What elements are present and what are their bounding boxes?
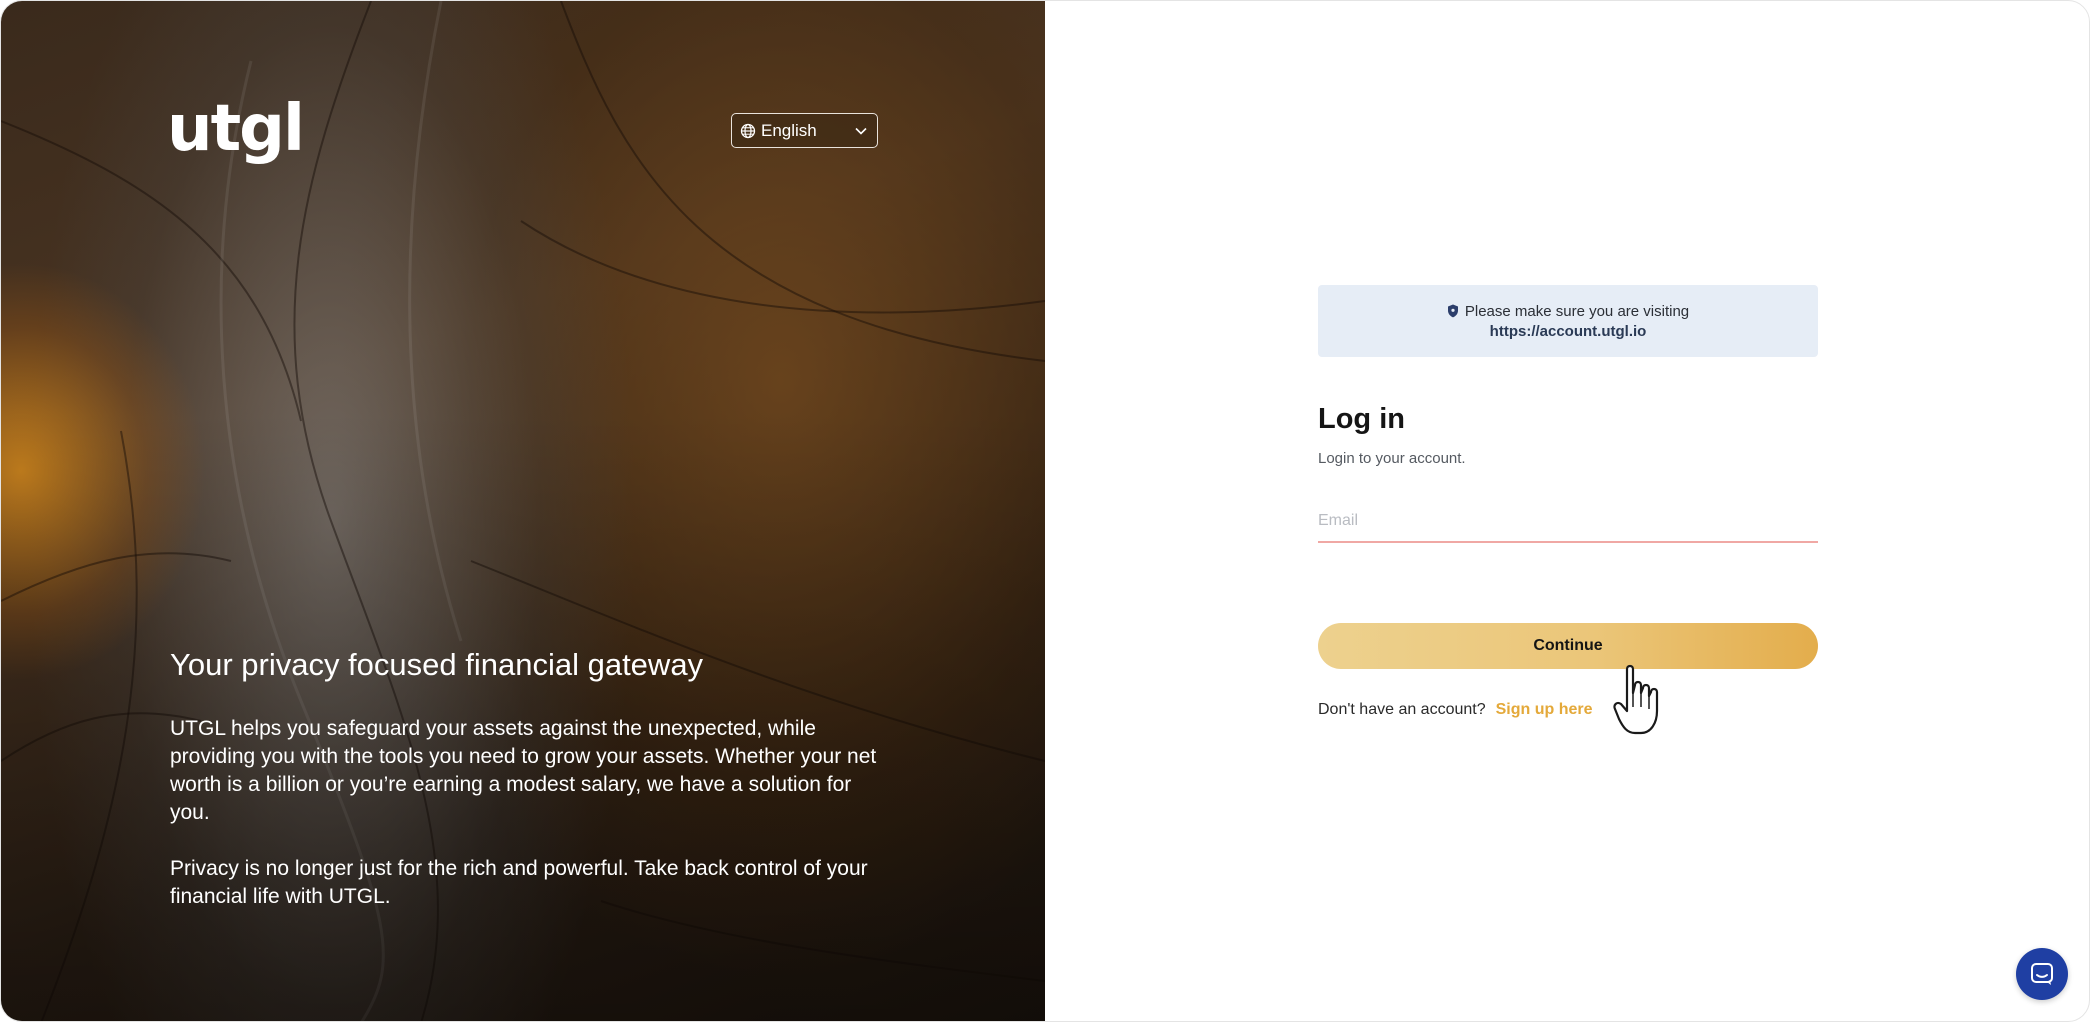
hero-paragraph: Privacy is no longer just for the rich a… (170, 857, 868, 908)
language-selector[interactable]: English (731, 113, 878, 148)
shield-icon (1447, 304, 1459, 318)
continue-button[interactable]: Continue (1318, 623, 1818, 669)
login-form: Please make sure you are visiting https:… (1318, 285, 1818, 719)
globe-icon (740, 123, 756, 139)
notice-text: Please make sure you are visiting (1464, 302, 1690, 320)
app-window: utgl English Your privacy focused financ… (0, 0, 2090, 1022)
chat-launcher-button[interactable] (2016, 948, 2068, 1000)
utgl-logo[interactable]: utgl (167, 97, 305, 161)
email-field[interactable] (1318, 507, 1818, 543)
notice-url: https://account.utgl.io (1489, 322, 1647, 340)
signup-prompt: Don't have an account? (1318, 701, 1486, 718)
chat-icon (2029, 961, 2055, 987)
signup-link[interactable]: Sign up here (1496, 701, 1593, 719)
signup-row: Don't have an account? Sign up here (1318, 701, 1818, 719)
security-notice: Please make sure you are visiting https:… (1318, 285, 1818, 357)
hand-cursor-icon (1613, 664, 1659, 735)
hero-title: Your privacy focused financial gateway (170, 647, 704, 682)
page-subtitle: Login to your account. (1318, 450, 1466, 467)
page-title: Log in (1318, 403, 1405, 435)
language-label: English (761, 120, 817, 140)
chevron-down-icon (853, 123, 869, 139)
notice-line: Please make sure you are visiting (1447, 303, 1689, 320)
hero-paragraph: UTGL helps you safeguard your assets aga… (170, 717, 877, 824)
hero-panel: utgl English Your privacy focused financ… (1, 1, 1045, 1021)
hero-description: UTGL helps you safeguard your assets aga… (170, 715, 890, 911)
